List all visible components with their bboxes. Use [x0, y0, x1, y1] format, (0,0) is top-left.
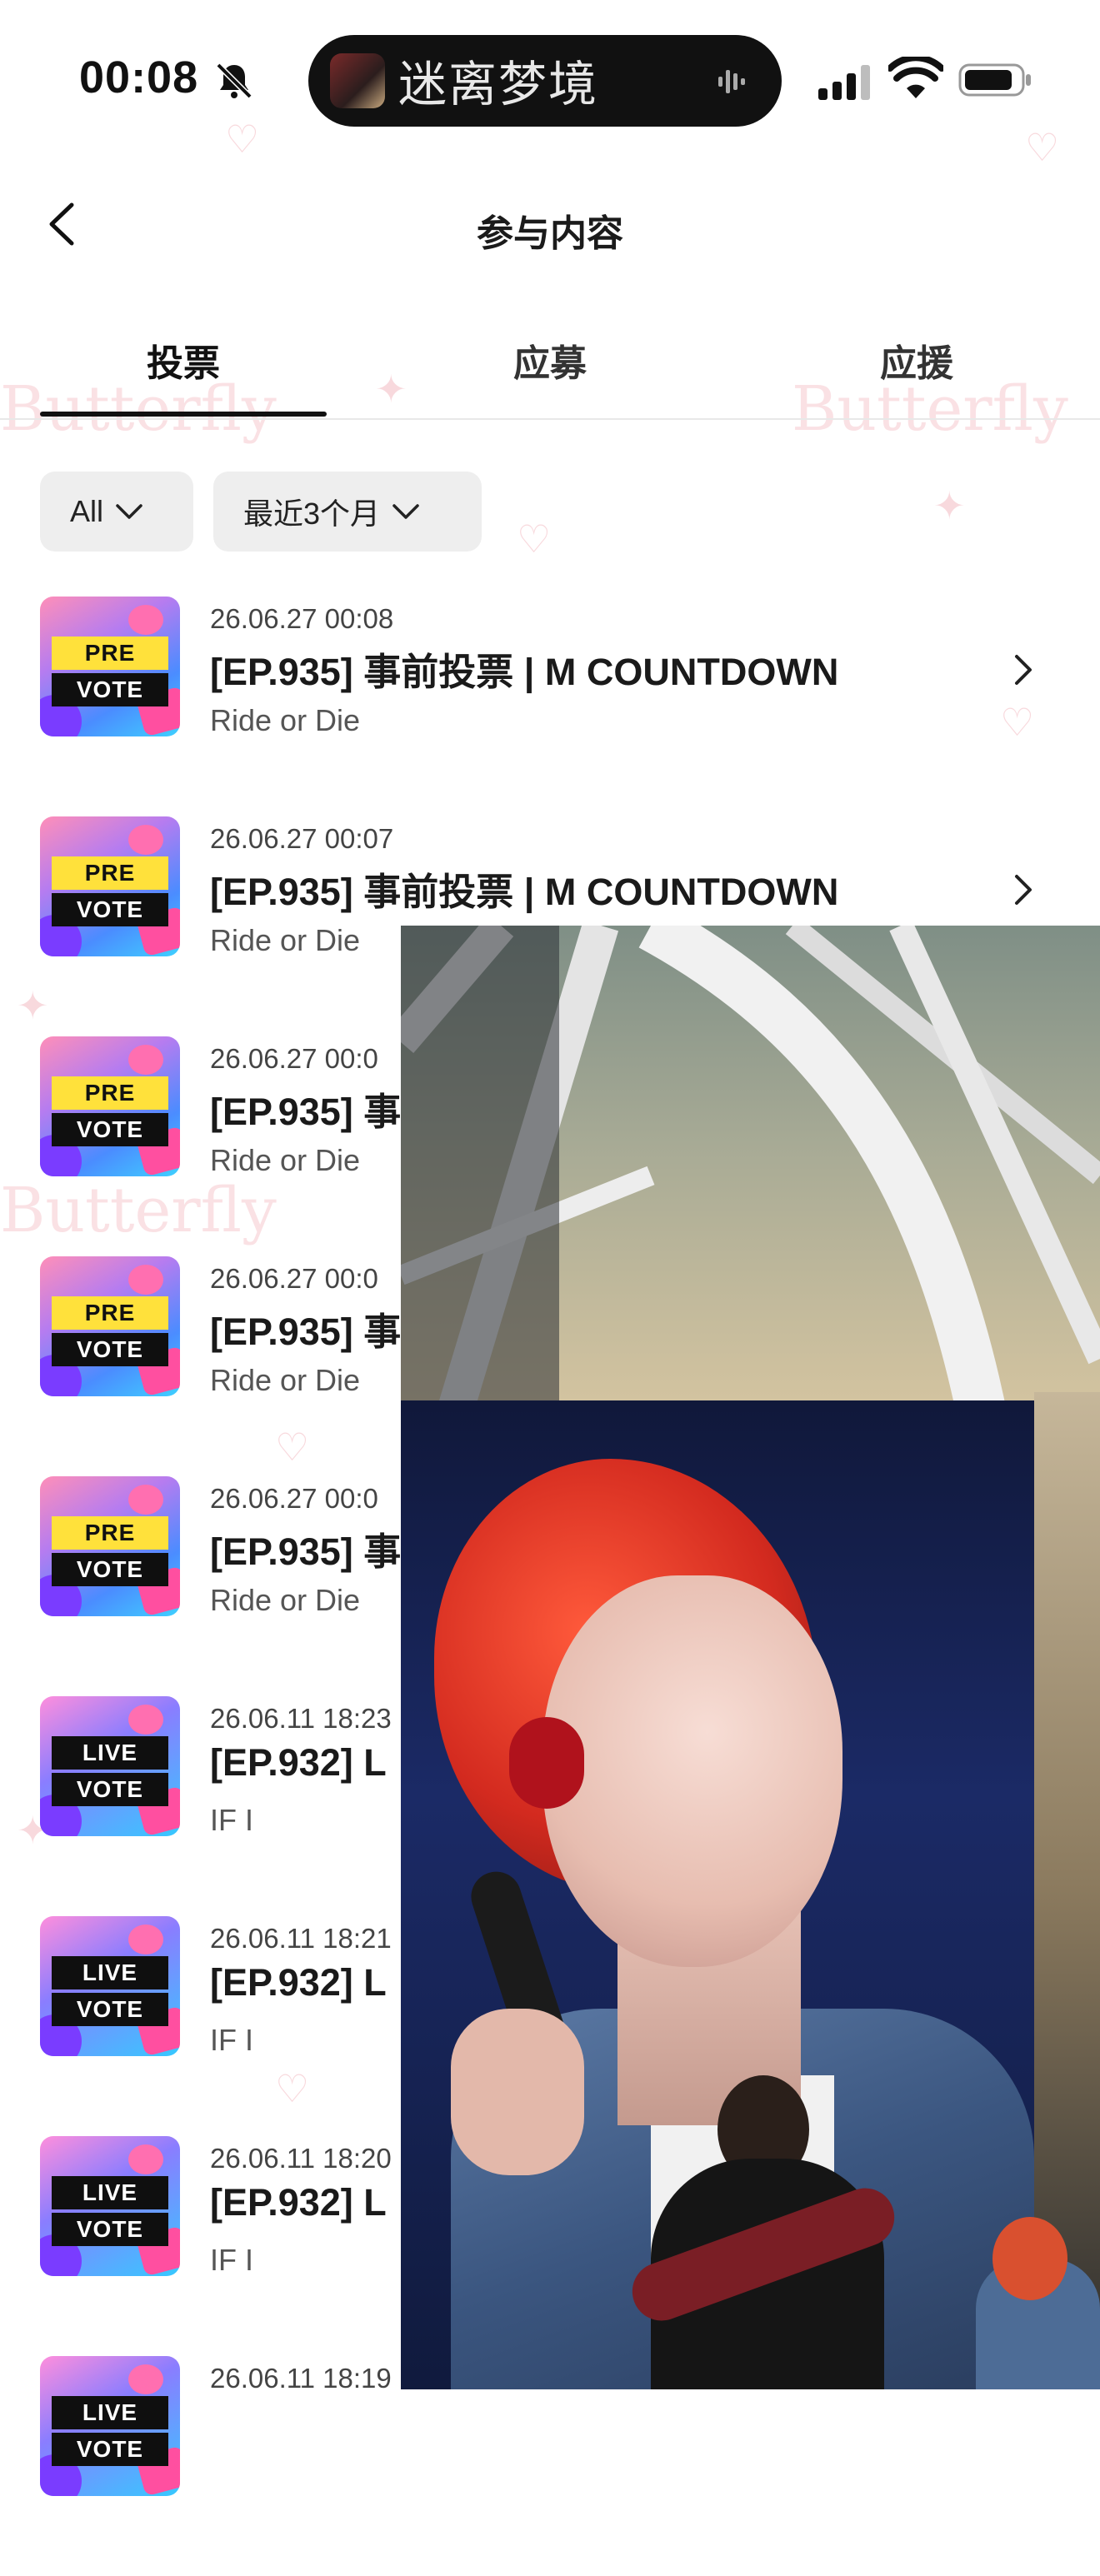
vote-badge-label: VOTE: [52, 1993, 168, 2026]
item-title: [EP.935] 事: [210, 1091, 402, 1133]
item-subtitle: Ride or Die: [210, 703, 361, 737]
dynamic-island[interactable]: 迷离梦境: [308, 35, 782, 127]
vote-badge-type: LIVE: [52, 1736, 168, 1770]
vote-thumbnail: PRE VOTE: [40, 1256, 180, 1396]
vote-thumbnail: LIVE VOTE: [40, 1696, 180, 1836]
vote-thumbnail: LIVE VOTE: [40, 2356, 180, 2496]
vote-badge-type: PRE: [52, 856, 168, 890]
vote-badge-label: VOTE: [52, 893, 168, 926]
item-date: 26.06.11 18:19: [210, 2363, 392, 2394]
vote-thumbnail: PRE VOTE: [40, 597, 180, 736]
chevron-right-icon: [1015, 875, 1032, 905]
vote-thumbnail: PRE VOTE: [40, 1476, 180, 1616]
item-date: 26.06.11 18:23: [210, 1703, 392, 1734]
vote-badge-label: VOTE: [52, 1553, 168, 1586]
tab-bar: 投票 应募 应援: [0, 317, 1100, 420]
item-title: [EP.932] L: [210, 1741, 387, 1784]
vote-badge-type: LIVE: [52, 2176, 168, 2209]
battery-icon: [958, 63, 1031, 97]
item-date: 26.06.27 00:0: [210, 1483, 378, 1514]
overlay-photo: [401, 926, 1100, 2389]
vote-badge-type: PRE: [52, 1516, 168, 1550]
vote-badge-label: VOTE: [52, 2433, 168, 2466]
item-subtitle: IF I: [210, 2023, 253, 2057]
list-item[interactable]: PRE VOTE 26.06.27 00:08 [EP.935] 事前投票 | M C…: [0, 597, 1100, 816]
vote-thumbnail: PRE VOTE: [40, 816, 180, 956]
item-title: [EP.935] 事: [210, 1530, 402, 1573]
item-subtitle: Ride or Die: [210, 1583, 361, 1617]
item-title: [EP.935] 事前投票 | M COUNTDOWN: [210, 871, 839, 913]
wifi-icon: [888, 57, 943, 98]
item-date: 26.06.27 00:07: [210, 823, 394, 854]
item-subtitle: IF I: [210, 1803, 253, 1837]
vote-badge-label: VOTE: [52, 1113, 168, 1146]
active-tab-indicator: [40, 412, 327, 417]
vote-badge-type: LIVE: [52, 1956, 168, 1989]
page-title: 参与内容: [477, 213, 623, 254]
vote-badge-type: PRE: [52, 1296, 168, 1330]
item-date: 26.06.11 18:20: [210, 2143, 392, 2174]
wallpaper-heart-icon: ♡: [517, 517, 552, 562]
vote-badge-label: VOTE: [52, 1333, 168, 1366]
category-filter-label: All: [70, 494, 104, 528]
item-date: 26.06.27 00:0: [210, 1043, 378, 1074]
item-subtitle: IF I: [210, 2243, 253, 2277]
item-title: [EP.932] L: [210, 2181, 387, 2224]
vote-thumbnail: LIVE VOTE: [40, 1916, 180, 2056]
tab-support[interactable]: 应援: [773, 333, 1060, 387]
item-subtitle: Ride or Die: [210, 1143, 361, 1177]
bell-off-icon: [216, 62, 252, 99]
item-date: 26.06.27 00:08: [210, 603, 394, 634]
tab-apply[interactable]: 应募: [407, 333, 693, 387]
chevron-down-icon: [116, 504, 142, 519]
vote-thumbnail: LIVE VOTE: [40, 2136, 180, 2276]
vote-badge-label: VOTE: [52, 673, 168, 706]
category-filter-dropdown[interactable]: All: [40, 472, 193, 552]
vote-badge-label: VOTE: [52, 2213, 168, 2246]
vote-badge-label: VOTE: [52, 1773, 168, 1806]
audio-wave-icon: [718, 70, 745, 93]
chevron-right-icon: [1015, 655, 1032, 685]
item-title: [EP.935] 事: [210, 1310, 402, 1353]
status-bar: 00:08 迷离梦境: [0, 0, 1100, 158]
item-date: 26.06.27 00:0: [210, 1263, 378, 1294]
status-time: 00:08: [79, 52, 199, 102]
tab-vote[interactable]: 投票: [40, 333, 327, 387]
now-playing-title: 迷离梦境: [398, 56, 599, 112]
vote-thumbnail: PRE VOTE: [40, 1036, 180, 1176]
item-title: [EP.932] L: [210, 1961, 387, 2004]
wallpaper-star-icon: ✦: [933, 483, 966, 528]
tabs-divider: [0, 418, 1100, 420]
vote-badge-type: PRE: [52, 1076, 168, 1110]
period-filter-label: 最近3个月: [243, 497, 381, 531]
vote-badge-type: LIVE: [52, 2396, 168, 2429]
stage-truss: [401, 926, 1100, 1425]
now-playing-artwork: [330, 53, 385, 108]
period-filter-dropdown[interactable]: 最近3个月: [213, 472, 482, 552]
item-subtitle: Ride or Die: [210, 1363, 361, 1397]
signal-icon: [818, 65, 870, 100]
vote-badge-type: PRE: [52, 637, 168, 670]
item-date: 26.06.11 18:21: [210, 1923, 392, 1954]
item-title: [EP.935] 事前投票 | M COUNTDOWN: [210, 651, 839, 693]
chevron-down-icon: [392, 504, 419, 519]
item-subtitle: Ride or Die: [210, 923, 361, 957]
